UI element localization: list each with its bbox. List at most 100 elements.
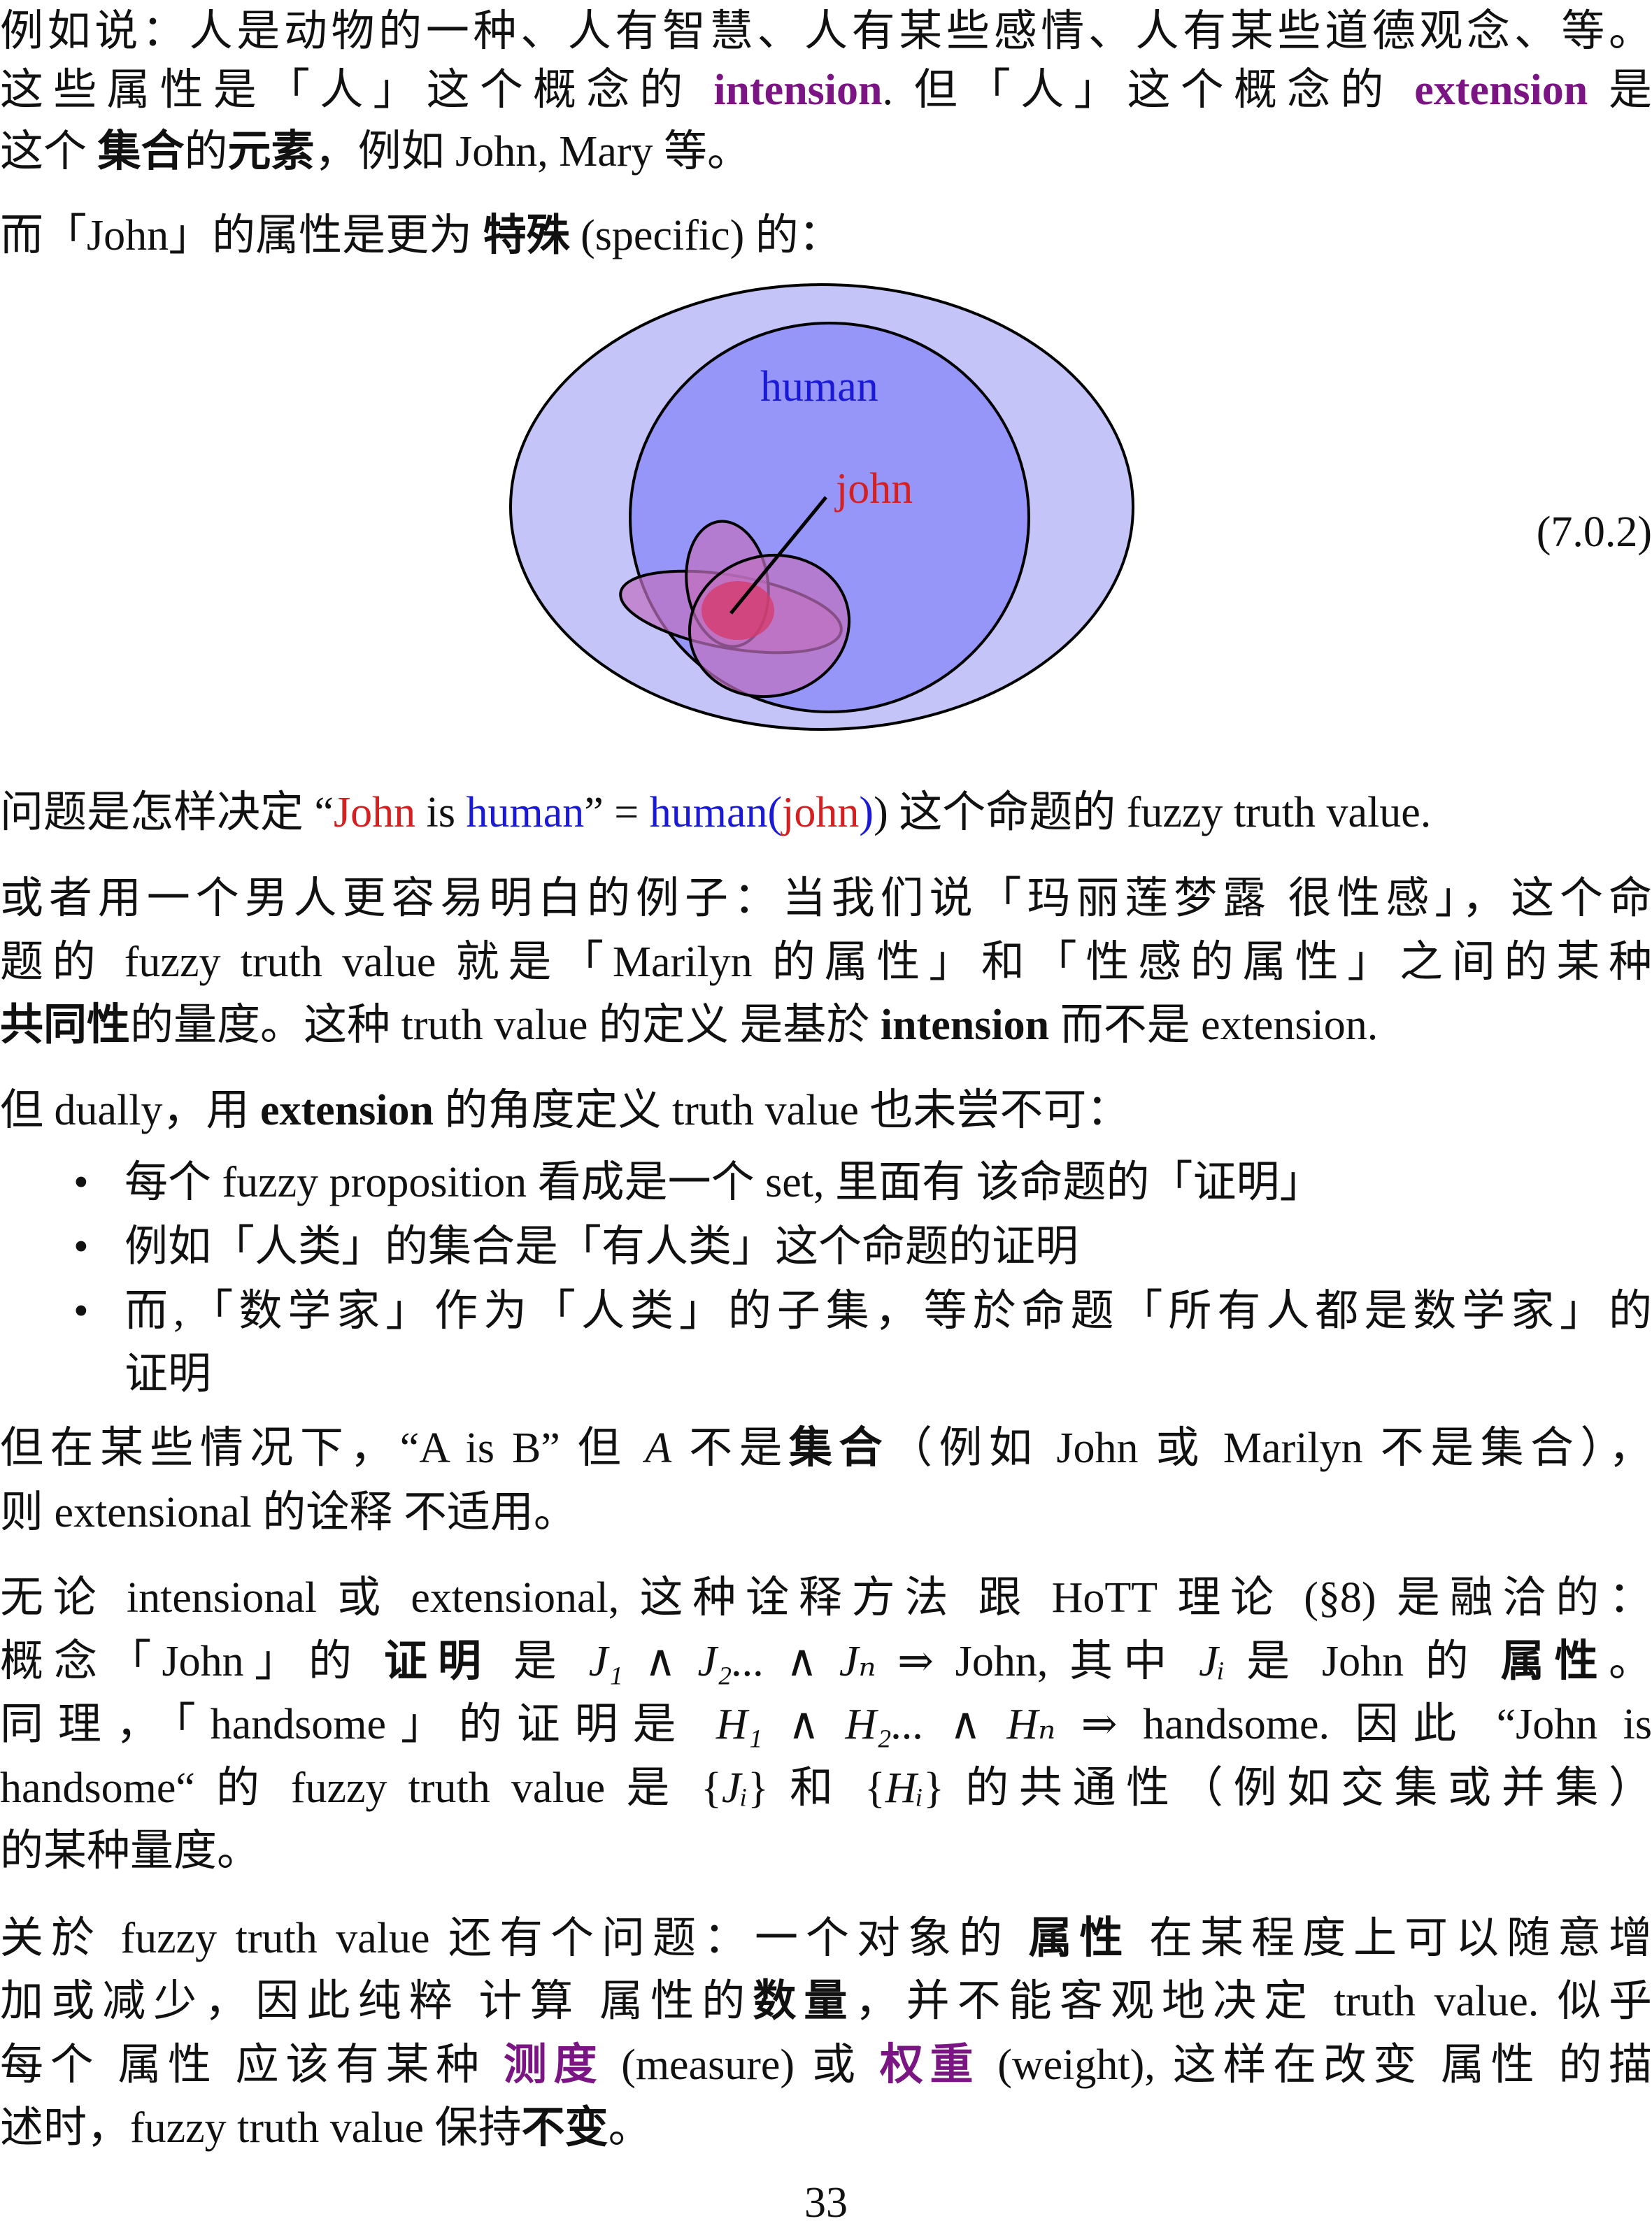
math-ji: Jᵢ — [721, 1764, 748, 1812]
john-center — [702, 581, 774, 640]
bullet-item-3-line-2: 证明 — [124, 1343, 211, 1406]
bullet-dot: • — [73, 1223, 89, 1271]
bullet-item-2: 例如「人类」的集合是「有人类」这个命题的证明 — [124, 1215, 1078, 1279]
term-john: John — [334, 789, 416, 836]
term-element: 元素 — [227, 128, 315, 176]
text: 例如说：人是动物的一种、人有智慧、人有某些感情、人有某些道德观念、等。 — [0, 8, 1652, 55]
paragraph-7-line-5: 的某种量度。 — [0, 1820, 260, 1883]
text: 的量度。这种 truth value 的定义 是基於 — [130, 1001, 881, 1049]
text: 而,「数学家」作为「人类」的子集，等於命题「所有人都是数学家」的 — [124, 1287, 1652, 1335]
math-conjunction-j: J₁ ∧ J₂... ∧ Jₙ — [588, 1638, 876, 1685]
john-label: john — [834, 465, 913, 513]
paragraph-6-line-2: 则 extensional 的诠释 不适用。 — [0, 1481, 577, 1545]
venn-diagram: human john — [509, 283, 1134, 731]
term-intension: intension — [880, 1001, 1050, 1049]
paragraph-5: 但 dually，用 extension 的角度定义 truth value 也… — [0, 1079, 1130, 1143]
paren: ( — [767, 789, 783, 836]
text: 每个 属性 应该有某种 — [0, 2041, 504, 2089]
text: ⇒ handsome. 因此 “John is — [1055, 1701, 1652, 1748]
math-conjunction-h: H₁ ∧ H₂... ∧ Hₙ — [715, 1701, 1056, 1748]
text: 这些属性是「人」这个概念的 — [0, 66, 714, 114]
paragraph-7-line-4: handsome“ 的 fuzzy truth value 是 {Jᵢ} 和 {… — [0, 1757, 1652, 1820]
term-weight: 权重 — [879, 2041, 981, 2089]
math-A: A — [645, 1424, 672, 1472]
term-commonality: 共同性 — [0, 1001, 131, 1049]
term-human: human — [466, 789, 585, 836]
text: } 的共通性（例如交集或并集） — [923, 1764, 1652, 1812]
text: 例如「人类」的集合是「有人类」这个命题的证明 — [124, 1223, 1079, 1271]
term-intension: intension — [713, 66, 883, 114]
paragraph-7-line-2: 概念「John」的 证明 是 J₁ ∧ J₂... ∧ Jₙ ⇒ John, 其… — [0, 1630, 1652, 1694]
text: 这个 — [0, 128, 98, 176]
term-set: 集合 — [97, 128, 185, 176]
term-quantity: 数量 — [753, 1978, 855, 2025]
text: ) 这个命题的 fuzzy truth value. — [874, 789, 1432, 836]
paragraph-8-line-2: 加或减少，因此纯粹 计算 属性的数量，并不能客观地决定 truth value.… — [0, 1970, 1652, 2034]
paragraph-4-line-3: 共同性的量度。这种 truth value 的定义 是基於 intension … — [0, 994, 1378, 1057]
term-extension: extension — [259, 1087, 434, 1134]
text: 证明 — [124, 1350, 212, 1398]
text: 关於 fuzzy truth value 还有个问题：一个对象的 — [0, 1915, 1029, 1962]
paragraph-4-line-1: 或者用一个男人更容易明白的例子：当我们说「玛丽莲梦露 很性感」，这个命 — [0, 867, 1652, 931]
text: 述时，fuzzy truth value 保持 — [0, 2104, 522, 2152]
text: } 和 { — [748, 1764, 885, 1812]
paragraph-8-line-1: 关於 fuzzy truth value 还有个问题：一个对象的 属性 在某程度… — [0, 1907, 1652, 1971]
text: 的 — [184, 128, 228, 176]
text: 在某程度上可以随意增 — [1130, 1915, 1652, 1962]
text: 题的 fuzzy truth value 就是「Marilyn 的属性」和「性感… — [0, 938, 1652, 986]
text: 。 — [608, 2104, 652, 2152]
text: 同理，「handsome」的证明是 — [0, 1701, 716, 1748]
paragraph-1-line-3: 这个 集合的元素，例如 John, Mary 等。 — [0, 120, 750, 184]
bullet-item-3-line-1: 而,「数学家」作为「人类」的子集，等於命题「所有人都是数学家」的 — [124, 1280, 1652, 1343]
paragraph-7-line-1: 无论 intensional 或 extensional, 这种诠释方法 跟 H… — [0, 1566, 1652, 1630]
text: 是 — [1588, 66, 1652, 114]
term-extension: extension — [1414, 66, 1588, 114]
text: 则 extensional 的诠释 不适用。 — [0, 1489, 577, 1536]
text: 是 — [492, 1638, 589, 1685]
text: 的角度定义 truth value 也未尝不可： — [433, 1087, 1130, 1134]
arg-john: john — [782, 789, 860, 836]
text: 而「John」的属性是更为 — [0, 212, 483, 259]
term-special: 特殊 — [483, 212, 570, 259]
text: 而不是 extension. — [1049, 1001, 1379, 1049]
text: (weight), 这样在改变 属性 的描 — [980, 2041, 1652, 2089]
text: . 但「人」这个概念的 — [882, 66, 1415, 114]
bullet-item-1: 每个 fuzzy proposition 看成是一个 set, 里面有 该命题的… — [124, 1151, 1323, 1215]
text: 加或减少，因此纯粹 计算 属性的 — [0, 1978, 753, 2025]
text: 不是 — [671, 1424, 790, 1472]
text: ，例如 John, Mary 等。 — [314, 128, 750, 176]
human-label: human — [760, 363, 878, 410]
text: 每个 fuzzy proposition 看成是一个 set, 里面有 该命题的… — [124, 1159, 1323, 1206]
math-hi: Hᵢ — [885, 1764, 924, 1812]
text: 概念「John」的 — [0, 1638, 384, 1685]
term-measure: 测度 — [503, 2041, 604, 2089]
text: ” = — [584, 789, 650, 836]
paragraph-8-line-4: 述时，fuzzy truth value 保持不变。 — [0, 2097, 652, 2160]
equation-number: (7.0.2) — [1536, 508, 1652, 556]
text: (measure) 或 — [604, 2041, 880, 2089]
term-attribute: 属性 — [1028, 1915, 1131, 1962]
text: handsome“ 的 fuzzy truth value 是 { — [0, 1764, 722, 1812]
text: 或者用一个男人更容易明白的例子：当我们说「玛丽莲梦露 很性感」，这个命 — [0, 875, 1652, 922]
paragraph-8-line-3: 每个 属性 应该有某种 测度 (measure) 或 权重 (weight), … — [0, 2034, 1652, 2097]
term-attribute: 属性 — [1500, 1638, 1609, 1685]
document-page: 例如说：人是动物的一种、人有智慧、人有某些感情、人有某些道德观念、等。 这些属性… — [0, 0, 1652, 2227]
paragraph-1-line-2: 这些属性是「人」这个概念的 intension. 但「人」这个概念的 exten… — [0, 59, 1652, 122]
bullet-dot: • — [73, 1287, 89, 1335]
text: （例如 John 或 Marilyn 不是集合）， — [888, 1424, 1652, 1472]
text: 但在某些情况下，“A is B” 但 — [0, 1424, 646, 1472]
paragraph-2: 而「John」的属性是更为 特殊 (specific) 的： — [0, 204, 842, 268]
page-number: 33 — [804, 2179, 848, 2227]
math-ji: Jᵢ — [1199, 1638, 1225, 1685]
text: ⇒ John, 其中 — [876, 1638, 1199, 1685]
text: 的某种量度。 — [0, 1827, 261, 1875]
bullet-dot: • — [73, 1159, 89, 1206]
term-set: 集合 — [789, 1424, 889, 1472]
text: 是 John 的 — [1225, 1638, 1501, 1685]
paragraph-1-line-1: 例如说：人是动物的一种、人有智慧、人有某些感情、人有某些道德观念、等。 — [0, 0, 1652, 64]
text: 但 dually，用 — [0, 1087, 260, 1134]
term-proof: 证明 — [383, 1638, 492, 1685]
paragraph-6-line-1: 但在某些情况下，“A is B” 但 A 不是集合（例如 John 或 Mari… — [0, 1417, 1652, 1480]
text: 无论 intensional 或 extensional, 这种诠释方法 跟 H… — [0, 1574, 1652, 1622]
text: is — [415, 789, 467, 836]
